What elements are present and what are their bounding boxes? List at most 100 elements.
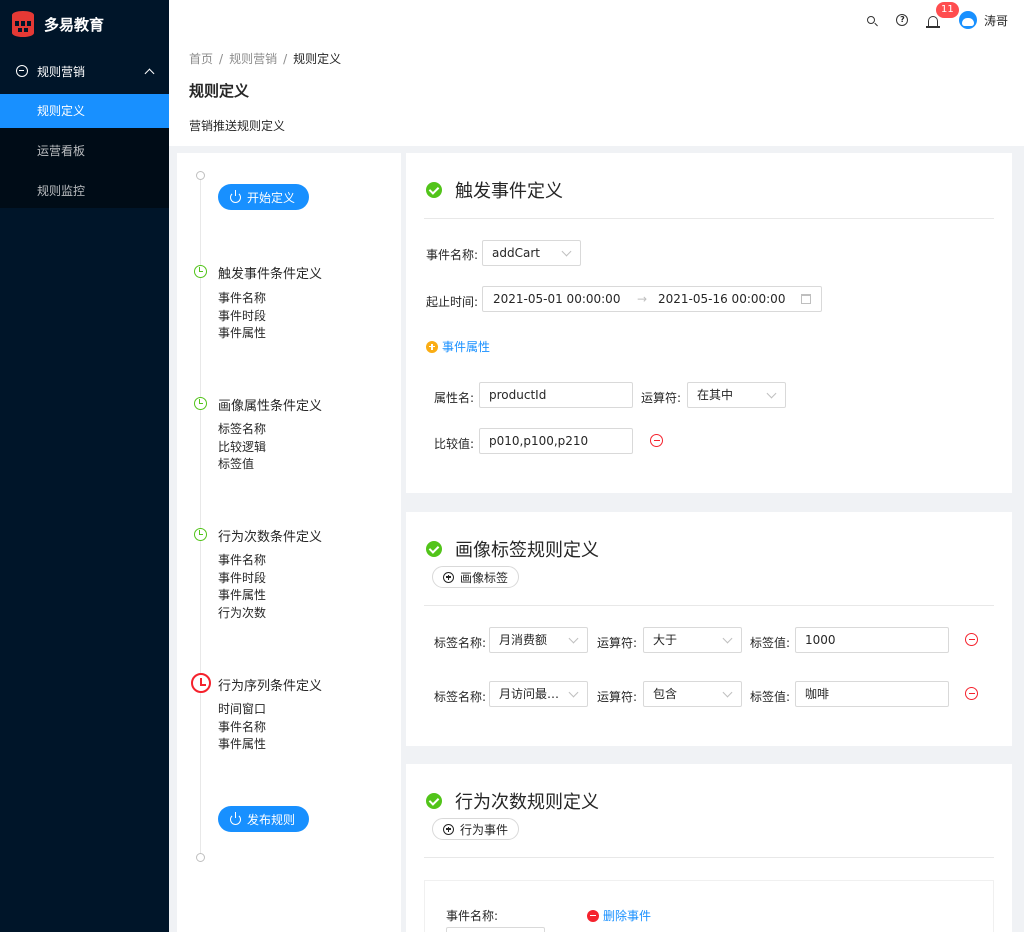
start-define-button[interactable]: 开始定义 <box>218 184 310 210</box>
step-item: 事件属性 <box>218 588 267 602</box>
tag-operator-select[interactable]: 包含 <box>643 681 742 707</box>
help-button[interactable]: ? <box>887 0 918 40</box>
timeline-end-dot <box>196 853 205 862</box>
check-circle-icon <box>426 182 442 198</box>
range-arrow-icon: → <box>637 292 648 306</box>
step-item: 事件名称 <box>218 291 267 305</box>
submenu-rule-marketing[interactable]: 规则营销 <box>0 48 169 94</box>
delete-event-label: 删除事件 <box>603 909 652 923</box>
tag-name-select[interactable]: 月访问最… <box>489 681 588 707</box>
attr-name-input[interactable]: productId <box>479 382 633 408</box>
step-item: 事件名称 <box>218 719 267 734</box>
check-circle-icon <box>426 793 442 809</box>
submenu-list: 规则定义 运营看板 规则监控 <box>0 94 169 208</box>
time-range-label: 起止时间: <box>426 295 479 309</box>
breadcrumb: 首页 / 规则营销 / 规则定义 <box>189 50 1004 66</box>
trigger-event-card: 触发事件定义 事件名称: addCart 起止时间: 2021-05-01 00… <box>406 153 1012 493</box>
compare-value-label: 比较值: <box>434 437 475 451</box>
add-event-attr-label: 事件属性 <box>442 340 491 354</box>
compare-value-input[interactable]: p010,p100,p210 <box>479 428 633 454</box>
breadcrumb-current: 规则定义 <box>293 52 342 66</box>
event-name-select[interactable]: addCart <box>482 240 581 266</box>
operator-label: 运算符: <box>641 391 682 405</box>
tag-operator-label: 运算符: <box>597 636 638 650</box>
sidebar-item-rule-monitor[interactable]: 规则监控 <box>0 174 169 208</box>
step-item: 事件时段 <box>218 570 267 585</box>
time-range-picker[interactable]: 2021-05-01 00:00:00 → 2021-05-16 00:00:0… <box>482 286 822 312</box>
tag-operator-select[interactable]: 大于 <box>643 627 742 653</box>
step-item: 事件时段 <box>218 308 267 323</box>
add-profile-tag-button[interactable]: 画像标签 <box>432 566 520 588</box>
chevron-up-icon <box>144 68 155 78</box>
step-items-trigger: 事件名称 事件时段 事件属性 <box>218 290 266 343</box>
notification-button[interactable]: 11 <box>918 0 959 40</box>
start-define-label: 开始定义 <box>247 190 296 205</box>
divider <box>424 218 994 219</box>
breadcrumb-separator: / <box>283 52 288 66</box>
remove-tag-icon[interactable] <box>965 633 978 646</box>
tag-value-input[interactable]: 咖啡 <box>795 681 949 707</box>
sidebar-item-operation-board[interactable]: 运营看板 <box>0 134 169 168</box>
clock-icon <box>194 265 207 278</box>
publish-rule-button[interactable]: 发布规则 <box>218 806 310 832</box>
step-item: 比较逻辑 <box>218 439 267 454</box>
steps-timeline-line <box>200 177 201 857</box>
operator-select[interactable]: 在其中 <box>687 382 786 408</box>
breadcrumb-rule-marketing[interactable]: 规则营销 <box>229 52 277 66</box>
divider <box>424 605 994 606</box>
minus-circle-icon <box>587 909 599 922</box>
breadcrumb-separator: / <box>219 52 224 66</box>
add-action-event-label: 行为事件 <box>460 822 509 837</box>
step-title-profile: 画像属性条件定义 <box>218 399 323 414</box>
step-item: 标签名称 <box>218 422 267 436</box>
trigger-card-title: 触发事件定义 <box>455 181 563 202</box>
top-header: ? 11 涛哥 <box>169 0 1024 40</box>
event-name-label: 事件名称: <box>426 248 479 262</box>
user-name: 涛哥 <box>983 13 1008 28</box>
logo-icon <box>12 11 34 37</box>
breadcrumb-home[interactable]: 首页 <box>189 52 213 66</box>
search-icon <box>867 16 876 24</box>
page-header: 首页 / 规则营销 / 规则定义 规则定义 营销推送规则定义 <box>169 40 1024 146</box>
delete-event-link[interactable]: 删除事件 <box>587 907 651 924</box>
step-item: 标签值 <box>218 457 255 471</box>
plus-circle-icon <box>443 571 454 583</box>
trigger-card-header: 触发事件定义 <box>406 177 563 203</box>
search-button[interactable] <box>856 0 887 40</box>
tag-value-input[interactable]: 1000 <box>795 627 949 653</box>
logo: 多易教育 <box>0 0 169 48</box>
power-icon <box>230 189 241 203</box>
remove-tag-icon[interactable] <box>965 687 978 700</box>
tag-name-select[interactable]: 月消费额 <box>489 627 588 653</box>
logo-text: 多易教育 <box>44 15 105 34</box>
step-item: 事件属性 <box>218 326 267 340</box>
tag-value-label: 标签值: <box>750 690 791 704</box>
action-count-card: 行为次数规则定义 行为事件 事件名称: 删除事件 <box>406 764 1012 932</box>
step-items-sequence: 时间窗口 事件名称 事件属性 <box>218 701 266 754</box>
tag-operator-label: 运算符: <box>597 690 638 704</box>
tag-value-label: 标签值: <box>750 636 791 650</box>
sidebar-item-rule-definition[interactable]: 规则定义 <box>0 94 169 128</box>
add-profile-tag-label: 画像标签 <box>460 570 509 585</box>
step-item: 事件名称 <box>218 553 267 567</box>
user-menu[interactable]: 涛哥 <box>958 11 1008 29</box>
tag-name-label: 标签名称: <box>434 636 487 650</box>
count-card-header: 行为次数规则定义 <box>406 788 599 814</box>
remove-attr-icon[interactable] <box>650 434 663 447</box>
calendar-icon <box>801 294 811 304</box>
action-event-box: 事件名称: 删除事件 <box>424 880 994 932</box>
add-event-attr-link[interactable]: 事件属性 <box>426 338 490 355</box>
page-description: 营销推送规则定义 <box>189 119 286 133</box>
add-action-event-button[interactable]: 行为事件 <box>432 818 520 840</box>
step-item: 时间窗口 <box>218 702 267 716</box>
action-event-name-select[interactable] <box>446 927 545 932</box>
tag-name-label: 标签名称: <box>434 690 487 704</box>
question-icon: ? <box>896 14 909 26</box>
profile-tag-card: 画像标签规则定义 画像标签 标签名称: 月消费额 运算符: 大于 标签值: 10… <box>406 512 1012 746</box>
page-title: 规则定义 <box>189 82 250 100</box>
profile-card-title: 画像标签规则定义 <box>455 540 599 561</box>
clock-icon <box>194 528 207 541</box>
check-circle-icon <box>426 541 442 557</box>
action-event-name-label: 事件名称: <box>446 909 499 923</box>
plus-circle-icon <box>426 340 438 353</box>
